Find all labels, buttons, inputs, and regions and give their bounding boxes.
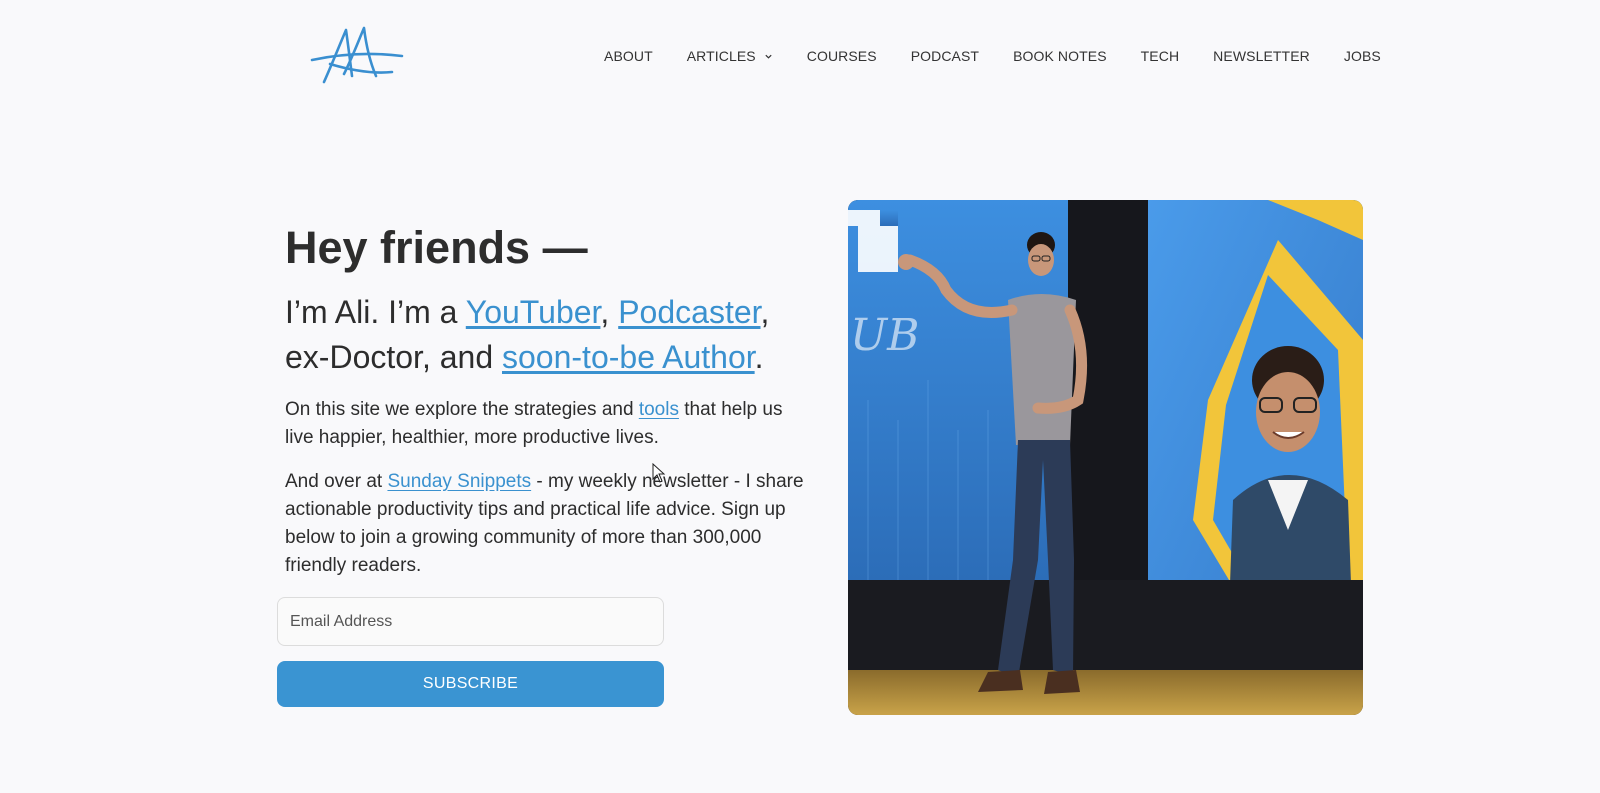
hero-heading: Hey friends —	[285, 222, 588, 273]
hero-paragraph-newsletter: And over at Sunday Snippets - my weekly …	[285, 468, 815, 580]
podcaster-link[interactable]: Podcaster	[618, 294, 760, 330]
nav-tech[interactable]: TECH	[1141, 48, 1180, 64]
hero-intro: I’m Ali. I’m a YouTuber, Podcaster, ex-D…	[285, 290, 815, 380]
chevron-down-icon	[765, 54, 772, 59]
nav-book-notes-label: BOOK NOTES	[1013, 48, 1107, 64]
site-header: ABOUT ARTICLES COURSES PODCAST BOOK NOTE…	[0, 0, 1600, 112]
tools-link[interactable]: tools	[639, 399, 679, 420]
nav-podcast[interactable]: PODCAST	[911, 48, 979, 64]
hero-paragraph-tools: On this site we explore the strategies a…	[285, 396, 815, 452]
nav-courses[interactable]: COURSES	[807, 48, 877, 64]
email-input[interactable]	[277, 597, 664, 646]
nav-jobs-label: JOBS	[1343, 48, 1381, 64]
signature-logo-icon[interactable]	[310, 24, 406, 88]
para2-text-1: And over at	[285, 471, 388, 492]
nav-articles-label: ARTICLES	[686, 48, 756, 64]
intro-text-2: ,	[600, 294, 619, 330]
nav-courses-label: COURSES	[806, 48, 877, 64]
nav-tech-label: TECH	[1140, 48, 1180, 64]
nav-about[interactable]: ABOUT	[604, 48, 653, 64]
nav-articles[interactable]: ARTICLES	[687, 48, 773, 64]
subscribe-button[interactable]: SUBSCRIBE	[277, 661, 664, 707]
speaker-on-stage-image: UB	[848, 200, 1363, 715]
para1-text-1: On this site we explore the strategies a…	[285, 399, 639, 420]
author-link[interactable]: soon-to-be Author	[502, 339, 755, 375]
svg-text:UB: UB	[850, 310, 919, 361]
nav-about-label: ABOUT	[604, 48, 653, 64]
nav-newsletter-label: NEWSLETTER	[1213, 48, 1310, 64]
hero-photo: UB	[848, 200, 1363, 715]
main-nav: ABOUT ARTICLES COURSES PODCAST BOOK NOTE…	[604, 46, 1381, 66]
nav-newsletter[interactable]: NEWSLETTER	[1213, 48, 1310, 64]
hero-text: Hey friends — I’m Ali. I’m a YouTuber, P…	[285, 220, 815, 580]
nav-podcast-label: PODCAST	[910, 48, 980, 64]
nav-jobs[interactable]: JOBS	[1344, 48, 1381, 64]
youtuber-link[interactable]: YouTuber	[466, 294, 601, 330]
mouse-pointer-icon	[652, 463, 666, 483]
intro-text-4: .	[754, 339, 764, 375]
sunday-snippets-link[interactable]: Sunday Snippets	[387, 471, 531, 492]
intro-text-1: I’m Ali. I’m a	[285, 294, 466, 330]
nav-book-notes[interactable]: BOOK NOTES	[1013, 48, 1107, 64]
